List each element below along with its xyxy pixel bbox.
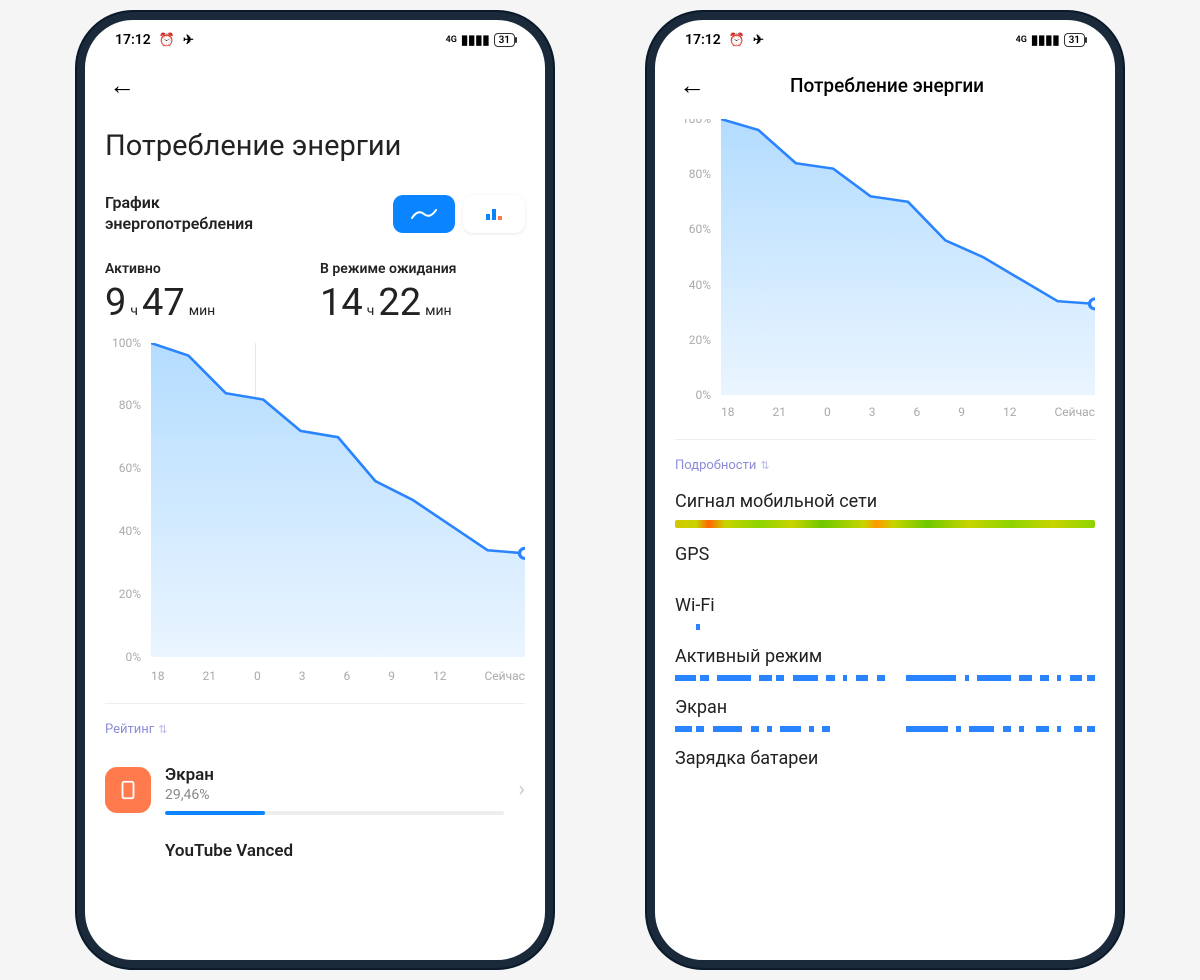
battery-chart: 100%80%60%40%20%0% bbox=[105, 343, 525, 683]
app-name: YouTube Vanced bbox=[165, 841, 525, 861]
active-mode-bar bbox=[675, 675, 1095, 681]
app-percentage: 29,46% bbox=[165, 787, 504, 803]
back-button[interactable]: ← bbox=[105, 66, 139, 105]
detail-signal-label: Сигнал мобильной сети bbox=[675, 491, 1095, 512]
detail-active-label: Активный режим bbox=[675, 646, 1095, 667]
app-name: Экран bbox=[165, 765, 504, 785]
chart-line-toggle[interactable] bbox=[393, 195, 455, 233]
status-time: 17:12 bbox=[685, 32, 721, 48]
battery-icon: 31 bbox=[1064, 33, 1085, 47]
stat-active-label: Активно bbox=[105, 261, 310, 277]
detail-charging-label: Зарядка батареи bbox=[675, 748, 1095, 769]
phone-left: 17:12 ⏰ ✈ 4G ▮▮▮▮ 31 ← Потребление энерг… bbox=[85, 20, 545, 960]
chart-x-axis: 1821036912Сейчас bbox=[151, 669, 525, 683]
battery-chart: 100%80%60%40%20%0% 1821 bbox=[675, 119, 1095, 419]
header-title: Потребление энергии bbox=[709, 74, 1065, 97]
phone-right: 17:12 ⏰ ✈ 4G ▮▮▮▮ 31 ← Потребление энерг… bbox=[655, 20, 1115, 960]
chart-y-axis: 100%80%60%40%20%0% bbox=[675, 119, 717, 419]
chevron-right-icon: › bbox=[518, 777, 525, 802]
details-sort[interactable]: Подробности ⇅ bbox=[675, 458, 1095, 473]
detail-screen-label: Экран bbox=[675, 697, 1095, 718]
detail-wifi-label: Wi-Fi bbox=[675, 595, 1095, 616]
app-row-screen[interactable]: Экран 29,46% › bbox=[105, 755, 525, 825]
screen-icon bbox=[105, 767, 151, 813]
wifi-activity-bar bbox=[675, 624, 1095, 630]
signal-strength-bar bbox=[675, 520, 1095, 528]
chart-bar-toggle[interactable] bbox=[463, 195, 525, 233]
screen-activity-bar bbox=[675, 726, 1095, 732]
bars-icon bbox=[484, 206, 504, 222]
signal-bars-icon: ▮▮▮▮ bbox=[1031, 33, 1060, 48]
telegram-icon: ✈ bbox=[183, 33, 194, 48]
battery-icon: 31 bbox=[494, 33, 515, 47]
stat-standby-label: В режиме ожидания bbox=[320, 261, 525, 277]
detail-gps-label: GPS bbox=[675, 544, 1095, 565]
header: ← Потребление энергии bbox=[655, 52, 1115, 119]
page-title: Потребление энергии bbox=[105, 129, 525, 163]
chart-y-axis: 100%80%60%40%20%0% bbox=[105, 343, 147, 683]
signal-4g-icon: 4G bbox=[446, 35, 457, 45]
back-button[interactable]: ← bbox=[675, 66, 709, 105]
alarm-icon: ⏰ bbox=[729, 33, 745, 48]
rating-sort[interactable]: Рейтинг ⇅ bbox=[105, 722, 525, 737]
graph-label: Графикэнергопотребления bbox=[105, 193, 253, 235]
status-time: 17:12 bbox=[115, 32, 151, 48]
sort-icon: ⇅ bbox=[760, 459, 769, 472]
wave-icon bbox=[411, 207, 437, 221]
signal-bars-icon: ▮▮▮▮ bbox=[461, 33, 490, 48]
sort-icon: ⇅ bbox=[158, 723, 167, 736]
chart-type-toggle bbox=[393, 195, 525, 233]
alarm-icon: ⏰ bbox=[159, 33, 175, 48]
app-row-youtube[interactable]: YouTube Vanced bbox=[105, 831, 525, 871]
gps-activity-bar bbox=[675, 573, 1095, 579]
stat-standby: В режиме ожидания 14 ч 22 мин bbox=[320, 261, 525, 325]
status-bar: 17:12 ⏰ ✈ 4G ▮▮▮▮ 31 bbox=[655, 20, 1115, 52]
stat-active: Активно 9 ч 47 мин bbox=[105, 261, 310, 325]
chart-x-axis: 1821036912Сейчас bbox=[721, 405, 1095, 419]
telegram-icon: ✈ bbox=[753, 33, 764, 48]
status-bar: 17:12 ⏰ ✈ 4G ▮▮▮▮ 31 bbox=[85, 20, 545, 52]
header: ← bbox=[85, 52, 545, 119]
signal-4g-icon: 4G bbox=[1016, 35, 1027, 45]
